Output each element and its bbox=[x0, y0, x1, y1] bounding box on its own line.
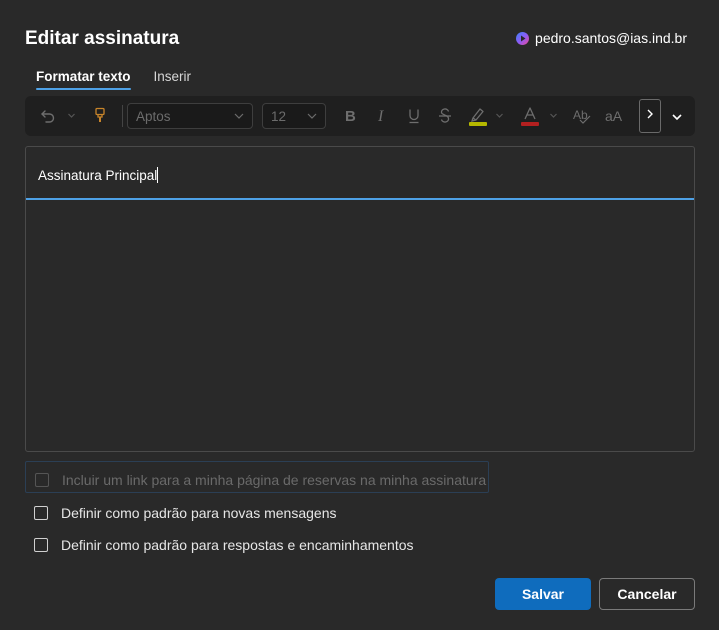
highlight-icon[interactable] bbox=[468, 105, 488, 127]
font-size-value: 12 bbox=[271, 108, 287, 124]
expand-ribbon-icon[interactable] bbox=[670, 110, 684, 124]
strikethrough-icon[interactable] bbox=[437, 107, 453, 125]
more-options-button[interactable] bbox=[639, 99, 661, 133]
svg-text:B: B bbox=[345, 108, 356, 125]
save-button[interactable]: Salvar bbox=[495, 578, 591, 610]
account-email: pedro.santos@ias.ind.br bbox=[535, 30, 687, 46]
chevron-down-icon bbox=[233, 110, 245, 125]
default-new-messages-checkbox[interactable] bbox=[34, 506, 48, 520]
ribbon-tabs: Formatar texto Inserir bbox=[36, 68, 191, 92]
font-size-select[interactable]: 12 bbox=[262, 103, 326, 129]
spell-check-icon[interactable]: Ab bbox=[572, 107, 592, 125]
italic-icon[interactable]: I bbox=[374, 107, 390, 125]
font-family-value: Aptos bbox=[136, 108, 171, 124]
signature-editor[interactable]: Assinatura Principal bbox=[25, 146, 695, 452]
svg-text:aA: aA bbox=[605, 108, 623, 124]
font-color-dropdown-chevron-icon[interactable] bbox=[549, 111, 558, 120]
booking-link-label: Incluir um link para a minha página de r… bbox=[62, 472, 487, 488]
font-color-icon[interactable] bbox=[520, 105, 540, 127]
tab-format-text[interactable]: Formatar texto bbox=[36, 68, 131, 90]
booking-link-checkbox bbox=[35, 473, 49, 487]
signature-name-input[interactable]: Assinatura Principal bbox=[26, 147, 694, 200]
dialog-title: Editar assinatura bbox=[25, 28, 180, 49]
booking-link-option: Incluir um link para a minha página de r… bbox=[35, 472, 486, 488]
change-case-icon[interactable]: aA bbox=[604, 107, 624, 125]
default-new-messages-option[interactable]: Definir como padrão para novas mensagens bbox=[34, 505, 337, 521]
svg-text:I: I bbox=[377, 108, 384, 125]
text-caret bbox=[157, 167, 159, 183]
chevron-down-icon bbox=[306, 110, 318, 125]
toolbar-separator bbox=[122, 105, 123, 127]
signature-name-value: Assinatura Principal bbox=[38, 168, 158, 183]
chevron-right-icon bbox=[645, 107, 655, 125]
edit-signature-dialog: Editar assinatura pedro.santos@ias.ind.b… bbox=[0, 0, 719, 630]
font-family-select[interactable]: Aptos bbox=[127, 103, 253, 129]
highlight-dropdown-chevron-icon[interactable] bbox=[495, 111, 504, 120]
formatting-toolbar: Aptos 12 B I Ab aA bbox=[25, 96, 695, 136]
tab-insert[interactable]: Inserir bbox=[154, 68, 192, 90]
default-replies-label: Definir como padrão para respostas e enc… bbox=[61, 537, 414, 553]
undo-dropdown-chevron-icon[interactable] bbox=[67, 111, 76, 120]
undo-icon[interactable] bbox=[39, 107, 57, 125]
account-selector[interactable]: pedro.santos@ias.ind.br bbox=[515, 30, 687, 46]
default-replies-checkbox[interactable] bbox=[34, 538, 48, 552]
account-logo-icon bbox=[515, 31, 530, 46]
bold-icon[interactable]: B bbox=[342, 107, 358, 125]
format-painter-icon[interactable] bbox=[92, 107, 108, 125]
default-new-messages-label: Definir como padrão para novas mensagens bbox=[61, 505, 337, 521]
default-replies-option[interactable]: Definir como padrão para respostas e enc… bbox=[34, 537, 414, 553]
cancel-button[interactable]: Cancelar bbox=[599, 578, 695, 610]
underline-icon[interactable] bbox=[406, 107, 422, 125]
